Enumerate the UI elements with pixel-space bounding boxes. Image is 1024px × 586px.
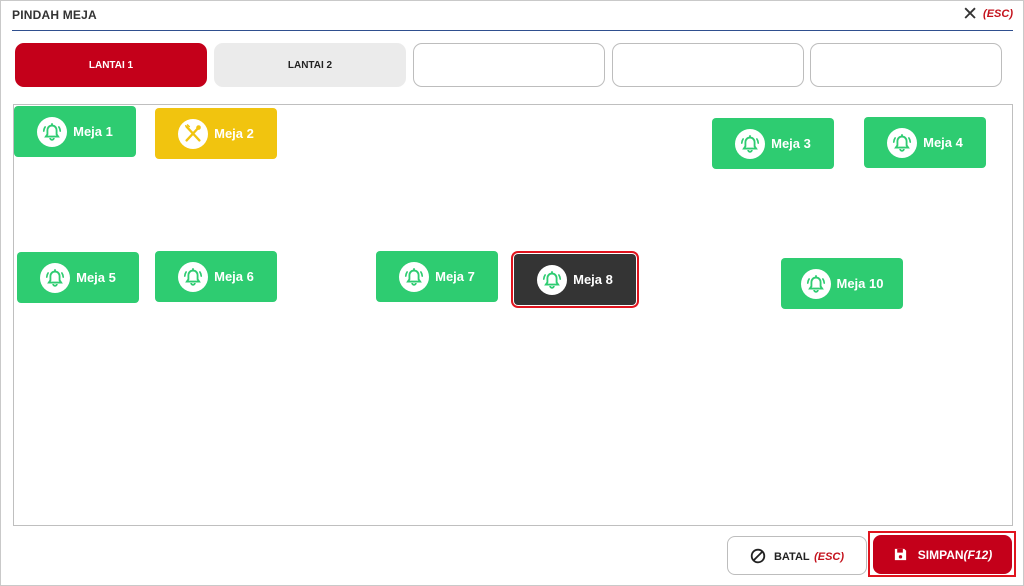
table-meja-1[interactable]: Meja 1: [14, 106, 136, 157]
table-label: Meja 3: [771, 136, 811, 151]
table-meja-5[interactable]: Meja 5: [17, 252, 139, 303]
table-label: Meja 2: [214, 126, 254, 141]
save-label: SIMPAN: [917, 547, 964, 562]
table-label: Meja 5: [76, 270, 116, 285]
close-icon: ✕: [962, 3, 979, 25]
close-button[interactable]: ✕ (ESC): [962, 3, 1013, 25]
table-label: Meja 1: [73, 124, 113, 139]
save-shortcut: (F12): [963, 547, 993, 562]
table-label: Meja 7: [435, 269, 475, 284]
close-shortcut: (ESC): [983, 8, 1013, 20]
tab-empty-4[interactable]: [612, 43, 804, 87]
table-meja-4[interactable]: Meja 4: [864, 117, 986, 168]
cancel-icon: [750, 548, 766, 563]
save-button[interactable]: SIMPAN(F12): [873, 535, 1012, 574]
bell-icon: [537, 264, 568, 295]
utensils-icon: [178, 118, 209, 149]
table-meja-6[interactable]: Meja 6: [155, 251, 277, 302]
bell-icon: [887, 127, 918, 158]
cancel-shortcut: (ESC): [814, 550, 845, 563]
bell-icon: [735, 128, 766, 159]
tab-lantai-1[interactable]: LANTAI 1: [15, 43, 207, 87]
table-meja-10[interactable]: Meja 10: [781, 258, 903, 309]
tab-lantai-2[interactable]: LANTAI 2: [214, 43, 406, 87]
bell-icon: [178, 261, 209, 292]
table-label: Meja 10: [836, 276, 884, 291]
table-label: Meja 8: [573, 272, 613, 287]
table-label: Meja 4: [923, 135, 963, 150]
table-meja-7[interactable]: Meja 7: [376, 251, 498, 302]
title-divider: [12, 30, 1013, 31]
tab-empty-5[interactable]: [810, 43, 1002, 87]
table-meja-8[interactable]: Meja 8: [511, 251, 639, 308]
tab-empty-3[interactable]: [413, 43, 605, 87]
cancel-button[interactable]: BATAL (ESC): [727, 536, 867, 575]
table-label: Meja 6: [214, 269, 254, 284]
cancel-label: BATAL: [773, 550, 810, 563]
bell-icon: [800, 268, 831, 299]
floor-plan-area: Meja 1 Meja 2 Meja 3 Meja 4 Meja 5 Meja …: [13, 104, 1013, 526]
move-table-dialog: PINDAH MEJA ✕ (ESC) LANTAI 1 LANTAI 2 Me…: [0, 0, 1024, 586]
bell-icon: [37, 116, 68, 147]
table-meja-2[interactable]: Meja 2: [155, 108, 277, 159]
save-icon: [894, 548, 906, 561]
dialog-title: PINDAH MEJA: [12, 8, 97, 22]
table-meja-3[interactable]: Meja 3: [712, 118, 834, 169]
bell-icon: [40, 262, 71, 293]
bell-icon: [399, 261, 430, 292]
